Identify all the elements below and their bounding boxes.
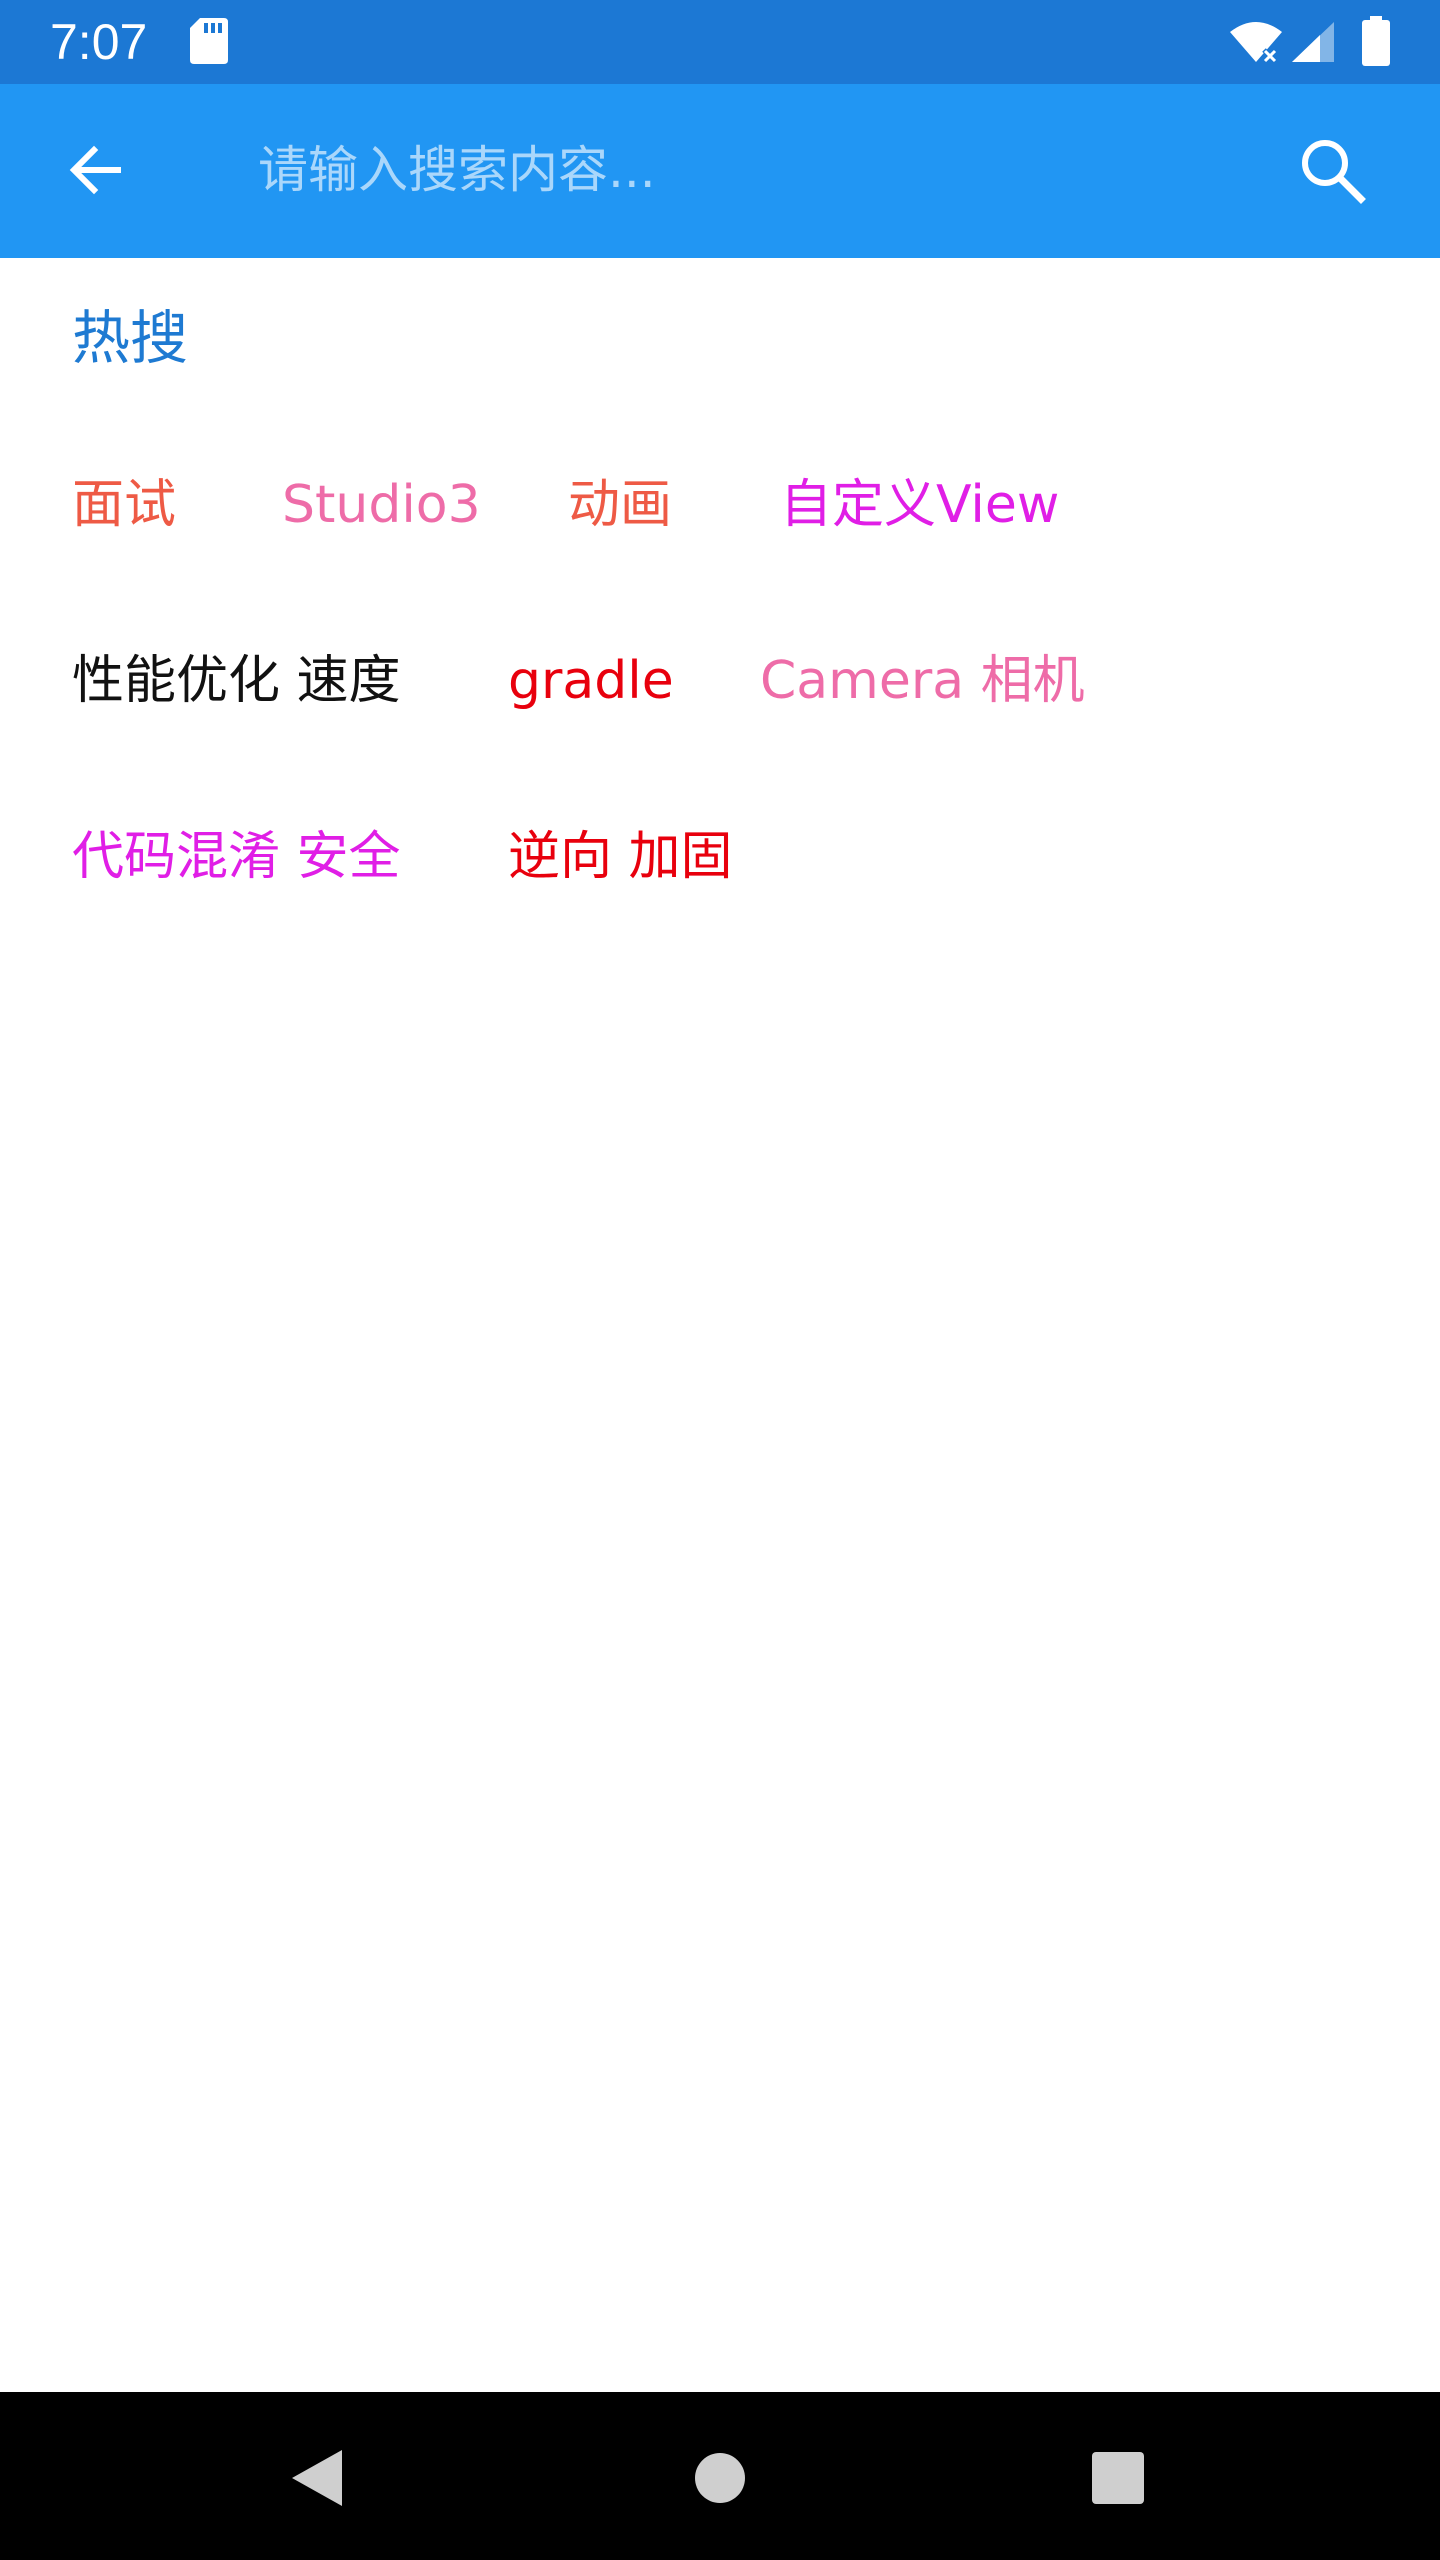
battery-icon [1362,16,1390,66]
hot-tag[interactable]: 动画 [568,472,672,538]
nav-home-icon[interactable] [694,2452,746,2504]
signal-icon [1292,22,1334,62]
search-input[interactable] [258,122,1218,218]
search-icon [1302,140,1366,204]
back-button[interactable] [56,130,136,210]
hot-tag[interactable]: 代码混淆 安全 [72,824,401,890]
status-bar: 7:07 [0,0,1440,84]
search-toolbar [0,84,1440,258]
hot-tag[interactable]: Studio3 [282,472,481,538]
search-button[interactable] [1290,128,1374,212]
status-time: 7:07 [50,14,148,70]
hot-tag[interactable]: Camera 相机 [760,648,1085,714]
hot-tag[interactable]: 自定义View [780,472,1059,538]
hot-tag[interactable]: 性能优化 速度 [72,648,401,714]
hot-search-title: 热搜 [72,304,189,372]
wifi-icon [1230,22,1282,64]
hot-tag[interactable]: 面试 [72,472,176,538]
nav-recents-icon[interactable] [1092,2452,1144,2504]
sd-card-icon [190,18,228,64]
arrow-left-icon [69,145,121,195]
nav-back-icon[interactable] [286,2446,346,2510]
hot-tag[interactable]: gradle [508,648,674,714]
screen: 7:07 请输入搜索内容... 热搜 面试 Studio3 动画 自定义View… [0,0,1440,2560]
system-nav-bar [0,2392,1440,2560]
hot-tag[interactable]: 逆向 加固 [508,824,733,890]
